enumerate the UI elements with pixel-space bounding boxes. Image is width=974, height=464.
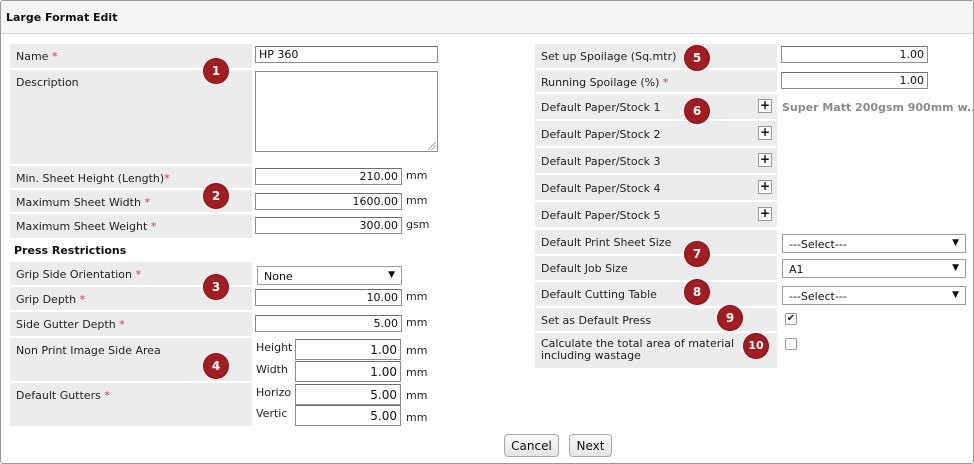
- annotation-badge-1: 1: [204, 59, 228, 83]
- max-sheet-width-input[interactable]: 1600.00: [255, 193, 402, 210]
- gutters-horizontal-label: Horizo: [256, 386, 292, 399]
- annotation-badge-9: 9: [718, 306, 742, 330]
- side-gutter-unit: mm: [406, 316, 428, 329]
- chevron-down-icon: ▼: [952, 238, 959, 248]
- gutters-vertical-input[interactable]: 5.00: [295, 405, 401, 426]
- stock4-label: Default Paper/Stock 4: [535, 175, 777, 200]
- resize-handle[interactable]: [428, 142, 436, 150]
- setup-spoilage-label: Set up Spoilage (Sq.mtr): [535, 44, 777, 68]
- max-sheet-weight-unit: gsm: [406, 218, 430, 231]
- min-sheet-height-unit: mm: [406, 169, 428, 182]
- chevron-down-icon: ▼: [952, 290, 959, 300]
- stock1-value: Super Matt 200gsm 900mm w...: [782, 101, 974, 114]
- non-print-height-label: Height: [256, 341, 293, 354]
- annotation-badge-10: 10: [744, 334, 768, 358]
- non-print-height-unit: mm: [406, 344, 428, 357]
- large-format-edit-dialog: Large Format Edit Name * HP 360 Descript…: [0, 0, 974, 464]
- grip-depth-unit: mm: [406, 290, 428, 303]
- stock1-label: Default Paper/Stock 1: [535, 94, 777, 119]
- press-restrictions-heading: Press Restrictions: [14, 244, 127, 257]
- side-gutter-input[interactable]: 5.00: [255, 315, 402, 332]
- add-stock1-button[interactable]: +: [758, 99, 772, 113]
- running-spoilage-input[interactable]: 1.00: [781, 72, 928, 89]
- default-press-checkbox[interactable]: ✔: [785, 313, 797, 325]
- annotation-badge-4: 4: [204, 354, 228, 378]
- annotation-badge-2: 2: [204, 184, 228, 208]
- next-button[interactable]: Next: [569, 434, 612, 457]
- cancel-button[interactable]: Cancel: [504, 434, 559, 457]
- description-label: Description: [10, 70, 252, 164]
- grip-depth-input[interactable]: 10.00: [255, 289, 402, 306]
- non-print-width-input[interactable]: 1.00: [295, 361, 401, 382]
- job-size-select[interactable]: A1 ▼: [782, 259, 966, 278]
- annotation-badge-6: 6: [685, 99, 709, 123]
- gutters-vertical-unit: mm: [406, 411, 428, 424]
- max-sheet-weight-input[interactable]: 300.00: [255, 217, 402, 234]
- running-spoilage-label: Running Spoilage (%) *: [535, 70, 777, 92]
- calc-area-checkbox[interactable]: [785, 338, 797, 350]
- dialog-titlebar: Large Format Edit: [1, 1, 973, 34]
- job-size-label: Default Job Size: [535, 256, 777, 280]
- default-gutters-label: Default Gutters *: [10, 383, 252, 426]
- print-sheet-size-label: Default Print Sheet Size: [535, 230, 777, 254]
- add-stock5-button[interactable]: +: [758, 207, 772, 221]
- non-print-width-label: Width: [256, 363, 288, 376]
- annotation-badge-7: 7: [685, 242, 709, 266]
- stock5-label: Default Paper/Stock 5: [535, 202, 777, 227]
- side-gutter-label: Side Gutter Depth *: [10, 312, 252, 336]
- description-textarea[interactable]: [255, 71, 438, 152]
- annotation-badge-8: 8: [685, 280, 709, 304]
- dialog-title: Large Format Edit: [6, 11, 118, 24]
- calc-area-label: Calculate the total area of material inc…: [535, 333, 777, 368]
- min-sheet-height-input[interactable]: 210.00: [255, 168, 402, 185]
- add-stock3-button[interactable]: +: [758, 153, 772, 167]
- annotation-badge-3: 3: [204, 275, 228, 299]
- cutting-table-label: Default Cutting Table: [535, 282, 777, 306]
- stock3-label: Default Paper/Stock 3: [535, 148, 777, 173]
- chevron-down-icon: ▼: [388, 270, 395, 280]
- add-stock2-button[interactable]: +: [758, 126, 772, 140]
- add-stock4-button[interactable]: +: [758, 180, 772, 194]
- stock2-label: Default Paper/Stock 2: [535, 121, 777, 146]
- print-sheet-size-select[interactable]: ---Select--- ▼: [782, 234, 966, 253]
- chevron-down-icon: ▼: [952, 263, 959, 273]
- name-input[interactable]: HP 360: [255, 46, 438, 63]
- max-sheet-width-unit: mm: [406, 194, 428, 207]
- grip-side-select[interactable]: None ▼: [257, 266, 402, 285]
- gutters-vertical-label: Vertic: [256, 407, 288, 420]
- setup-spoilage-input[interactable]: 1.00: [781, 46, 928, 63]
- gutters-horizontal-input[interactable]: 5.00: [295, 384, 401, 405]
- annotation-badge-5: 5: [685, 46, 709, 70]
- gutters-horizontal-unit: mm: [406, 389, 428, 402]
- cutting-table-select[interactable]: ---Select--- ▼: [782, 286, 966, 305]
- non-print-height-input[interactable]: 1.00: [295, 339, 401, 360]
- non-print-width-unit: mm: [406, 366, 428, 379]
- max-sheet-weight-label: Maximum Sheet Weight *: [10, 214, 252, 238]
